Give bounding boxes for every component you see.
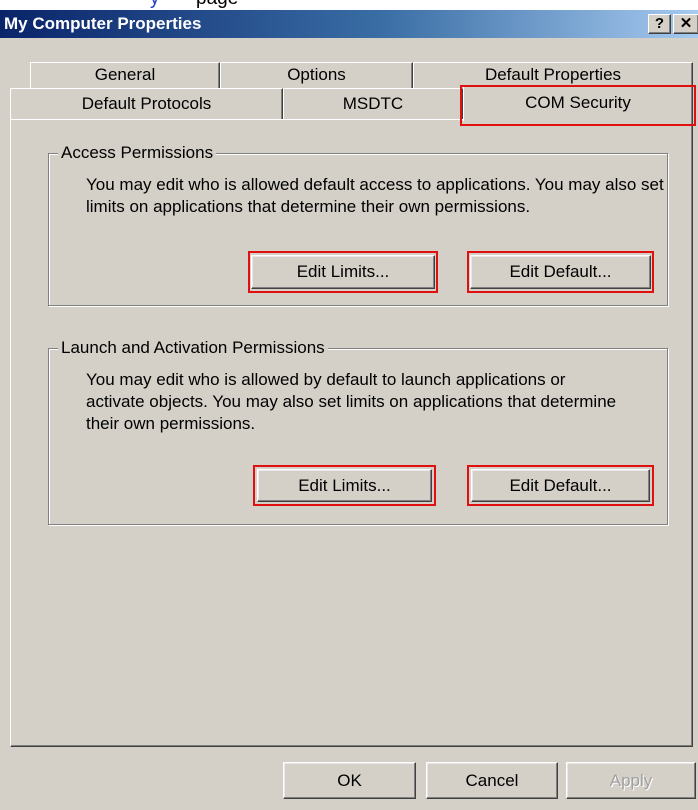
- tab-com-security[interactable]: COM Security: [463, 86, 693, 121]
- tab-label: Options: [287, 65, 346, 84]
- help-icon: ?: [654, 15, 665, 32]
- tab-label: Default Protocols: [81, 94, 212, 113]
- tab-label: MSDTC: [342, 94, 404, 113]
- apply-button[interactable]: Apply: [566, 762, 696, 799]
- launch-permissions-legend: Launch and Activation Permissions: [58, 338, 328, 358]
- access-permissions-description: You may edit who is allowed default acce…: [86, 175, 664, 216]
- background-text-fragment: page: [196, 0, 238, 9]
- cancel-button[interactable]: Cancel: [426, 762, 558, 799]
- launch-edit-default-button[interactable]: Edit Default...: [471, 469, 650, 502]
- launch-permissions-description: You may edit who is allowed by default t…: [86, 370, 617, 433]
- tab-general[interactable]: General: [30, 62, 220, 90]
- access-edit-default-button[interactable]: Edit Default...: [470, 255, 651, 289]
- close-icon: ✕: [679, 15, 693, 32]
- tab-label: COM Security: [525, 93, 631, 112]
- tab-default-protocols[interactable]: Default Protocols: [10, 88, 283, 120]
- background-link-fragment[interactable]: y: [150, 0, 160, 9]
- close-button[interactable]: ✕: [673, 14, 698, 34]
- ok-button[interactable]: OK: [283, 762, 416, 799]
- tab-label: General: [94, 65, 156, 84]
- launch-edit-limits-button[interactable]: Edit Limits...: [257, 469, 432, 502]
- access-permissions-legend: Access Permissions: [58, 143, 217, 163]
- tab-options[interactable]: Options: [220, 62, 413, 90]
- access-edit-limits-button[interactable]: Edit Limits...: [251, 255, 435, 289]
- help-button[interactable]: ?: [648, 14, 671, 34]
- tab-msdtc[interactable]: MSDTC: [283, 88, 463, 120]
- background-page-strip: y page: [0, 0, 698, 10]
- title-bar[interactable]: My Computer Properties ? ✕: [0, 10, 698, 38]
- tab-label: Default Properties: [484, 65, 622, 84]
- window-title: My Computer Properties: [4, 14, 202, 33]
